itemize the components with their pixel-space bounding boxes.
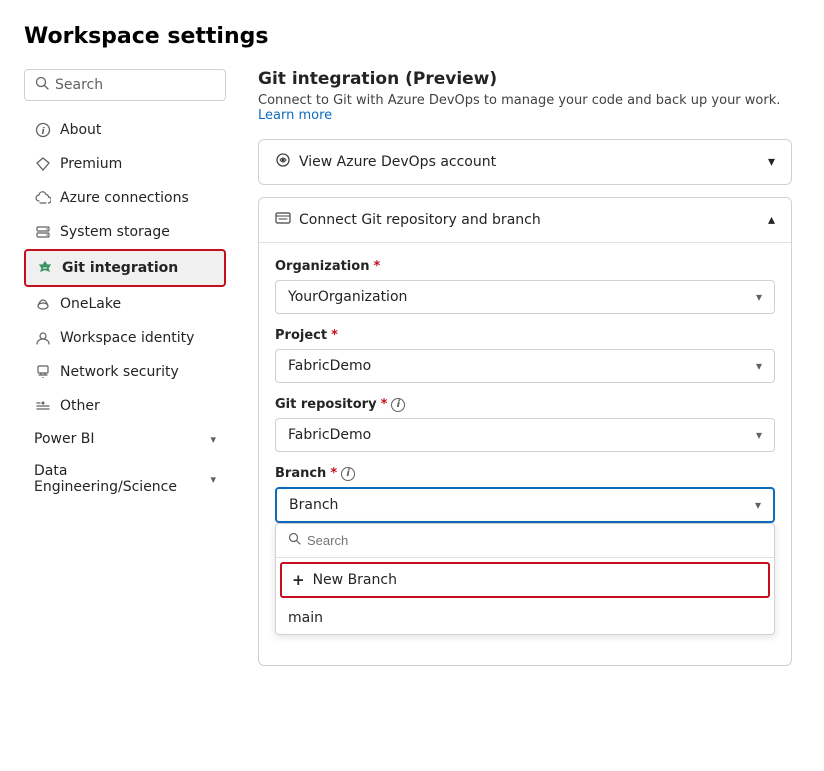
git-repository-value: FabricDemo [288,427,371,443]
storage-icon [34,223,52,241]
project-label: Project * [275,328,775,343]
sidebar-item-other-label: Other [60,398,100,414]
branch-dropdown[interactable]: Branch ▾ [275,487,775,523]
project-required: * [331,328,338,343]
sidebar: Search i About Premium [24,69,234,678]
search-icon [35,76,49,94]
branch-dropdown-menu: + New Branch main [275,523,775,635]
identity-icon [34,329,52,347]
sidebar-item-git-integration-label: Git integration [62,260,178,276]
network-icon [34,363,52,381]
learn-more-link[interactable]: Learn more [258,108,332,123]
organization-required: * [373,259,380,274]
project-value: FabricDemo [288,358,371,374]
accordion-connect-git-header[interactable]: Connect Git repository and branch ▴ [259,198,791,242]
git-repository-label: Git repository * i [275,397,775,412]
branch-label: Branch * i [275,466,775,481]
page-title: Workspace settings [24,24,792,49]
search-placeholder: Search [55,77,103,93]
sidebar-item-premium[interactable]: Premium [24,147,226,181]
new-branch-item[interactable]: + New Branch [280,562,770,598]
git-repository-required: * [381,397,388,412]
section-desc: Connect to Git with Azure DevOps to mana… [258,93,792,123]
devops-icon [275,152,291,172]
cloud-icon [34,189,52,207]
sidebar-item-system-storage-label: System storage [60,224,170,240]
plus-icon: + [292,571,305,589]
section-title: Git integration (Preview) [258,69,792,89]
branch-value: Branch [289,497,338,513]
branch-search-input[interactable] [307,533,762,548]
accordion2-label: Connect Git repository and branch [299,212,541,228]
branch-search-box[interactable] [276,524,774,558]
layout: Search i About Premium [24,69,792,678]
sidebar-item-azure-connections-label: Azure connections [60,190,189,206]
info-icon: i [34,121,52,139]
project-dropdown[interactable]: FabricDemo ▾ [275,349,775,383]
search-box[interactable]: Search [24,69,226,101]
sidebar-item-premium-label: Premium [60,156,122,172]
svg-text:i: i [41,127,45,137]
branch-option-main[interactable]: main [276,602,774,634]
other-icon [34,397,52,415]
branch-info-icon[interactable]: i [341,467,355,481]
git-icon [36,259,54,277]
data-engineering-section[interactable]: Data Engineering/Science ▾ [24,455,226,503]
git-connect-icon [275,210,291,230]
branch-chevron-icon: ▾ [755,498,761,512]
workspace-settings-page: Workspace settings Search i [0,0,824,702]
power-bi-label: Power BI [34,431,95,447]
sidebar-item-git-integration[interactable]: Git integration [24,249,226,287]
sidebar-item-onelake-label: OneLake [60,296,121,312]
organization-value: YourOrganization [288,289,407,305]
accordion-view-devops: View Azure DevOps account ▾ [258,139,792,185]
sidebar-item-workspace-identity[interactable]: Workspace identity [24,321,226,355]
new-branch-label: New Branch [313,572,397,588]
project-chevron-icon: ▾ [756,359,762,373]
branch-required: * [330,466,337,481]
git-repository-info-icon[interactable]: i [391,398,405,412]
branch-search-icon [288,532,301,549]
organization-dropdown[interactable]: YourOrganization ▾ [275,280,775,314]
sidebar-item-azure-connections[interactable]: Azure connections [24,181,226,215]
sidebar-item-system-storage[interactable]: System storage [24,215,226,249]
accordion-view-devops-header[interactable]: View Azure DevOps account ▾ [259,140,791,184]
sidebar-item-other[interactable]: Other [24,389,226,423]
sidebar-item-network-security[interactable]: Network security [24,355,226,389]
sidebar-item-workspace-identity-label: Workspace identity [60,330,194,346]
sidebar-item-network-security-label: Network security [60,364,179,380]
accordion1-chevron-icon: ▾ [768,154,775,170]
data-engineering-chevron-icon: ▾ [210,473,216,486]
accordion1-label: View Azure DevOps account [299,154,496,170]
sidebar-item-onelake[interactable]: OneLake [24,287,226,321]
data-engineering-label: Data Engineering/Science [34,463,210,495]
accordion2-body: Organization * YourOrganization ▾ Projec… [259,242,791,665]
sidebar-item-about[interactable]: i About [24,113,226,147]
section-desc-text: Connect to Git with Azure DevOps to mana… [258,93,780,108]
accordion2-chevron-icon: ▴ [768,212,775,228]
accordion-view-devops-left: View Azure DevOps account [275,152,496,172]
organization-label: Organization * [275,259,775,274]
organization-chevron-icon: ▾ [756,290,762,304]
sidebar-item-about-label: About [60,122,101,138]
main-content: Git integration (Preview) Connect to Git… [234,69,792,678]
accordion-connect-git: Connect Git repository and branch ▴ Orga… [258,197,792,666]
diamond-icon [34,155,52,173]
power-bi-section[interactable]: Power BI ▾ [24,423,226,455]
git-repository-dropdown[interactable]: FabricDemo ▾ [275,418,775,452]
accordion-connect-git-left: Connect Git repository and branch [275,210,541,230]
git-repository-chevron-icon: ▾ [756,428,762,442]
onelake-icon [34,295,52,313]
power-bi-chevron-icon: ▾ [210,433,216,446]
